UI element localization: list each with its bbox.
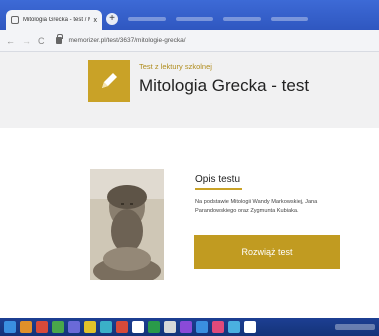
zeus-bust-image [90, 169, 164, 285]
taskbar-app-icon[interactable] [68, 321, 80, 333]
back-button[interactable]: ← [6, 36, 15, 46]
section-title: Opis testu [195, 174, 241, 185]
test-description: Na podstawie Mitologii Wandy Markowskiej… [195, 199, 318, 214]
taskbar-app-icon[interactable] [36, 321, 48, 333]
taskbar-app-icon[interactable] [4, 321, 16, 333]
browser-tab-strip: Mitologia Grecka - test / Memo x + [0, 0, 379, 30]
bookmark-item[interactable] [223, 17, 261, 21]
desktop-screen: Mitologia Grecka - test / Memo x + ← → C… [0, 0, 379, 336]
favicon-icon [11, 16, 19, 24]
bust-illustration [90, 169, 164, 285]
taskbar-app-icon[interactable] [20, 321, 32, 333]
close-tab-icon[interactable]: x [94, 17, 98, 24]
taskbar-app-icon[interactable] [52, 321, 64, 333]
tab-title: Mitologia Grecka - test / Memo [23, 17, 90, 23]
taskbar-app-icon[interactable] [180, 321, 192, 333]
bookmark-item[interactable] [175, 17, 213, 21]
bookmark-item[interactable] [270, 17, 308, 21]
reload-button[interactable]: C [38, 36, 45, 46]
taskbar-app-icon[interactable] [84, 321, 96, 333]
lock-icon[interactable] [55, 34, 63, 44]
pencil-icon-graphic [102, 73, 117, 88]
windows-taskbar [0, 318, 379, 336]
page-title: Mitologia Grecka - test [139, 76, 310, 95]
web-page: Test z lektury szkolnej Mitologia Grecka… [0, 52, 379, 318]
pencil-icon [88, 60, 130, 102]
taskbar-app-icon[interactable] [132, 321, 144, 333]
taskbar-app-icon[interactable] [100, 321, 112, 333]
page-subtitle: Test z lektury szkolnej [139, 62, 212, 71]
address-bar: ← → C memorizer.pl/test/3637/mitologie-g… [0, 30, 379, 52]
bookmark-item[interactable] [128, 17, 166, 21]
bookmarks-bar [128, 17, 308, 23]
url-field[interactable]: memorizer.pl/test/3637/mitologie-grecka/ [69, 37, 186, 44]
taskbar-app-icon[interactable] [244, 321, 256, 333]
browser-tab[interactable]: Mitologia Grecka - test / Memo x [6, 10, 102, 30]
taskbar-app-icon[interactable] [228, 321, 240, 333]
taskbar-app-icon[interactable] [212, 321, 224, 333]
system-tray[interactable] [335, 324, 375, 330]
section-title-underline [195, 188, 242, 190]
start-test-button[interactable]: Rozwiąż test [194, 235, 340, 269]
forward-button[interactable]: → [22, 36, 31, 46]
taskbar-app-icon[interactable] [148, 321, 160, 333]
taskbar-app-icon[interactable] [164, 321, 176, 333]
taskbar-app-icon[interactable] [196, 321, 208, 333]
new-tab-button[interactable]: + [106, 13, 118, 25]
page-header: Test z lektury szkolnej Mitologia Grecka… [0, 52, 379, 128]
taskbar-app-icon[interactable] [116, 321, 128, 333]
